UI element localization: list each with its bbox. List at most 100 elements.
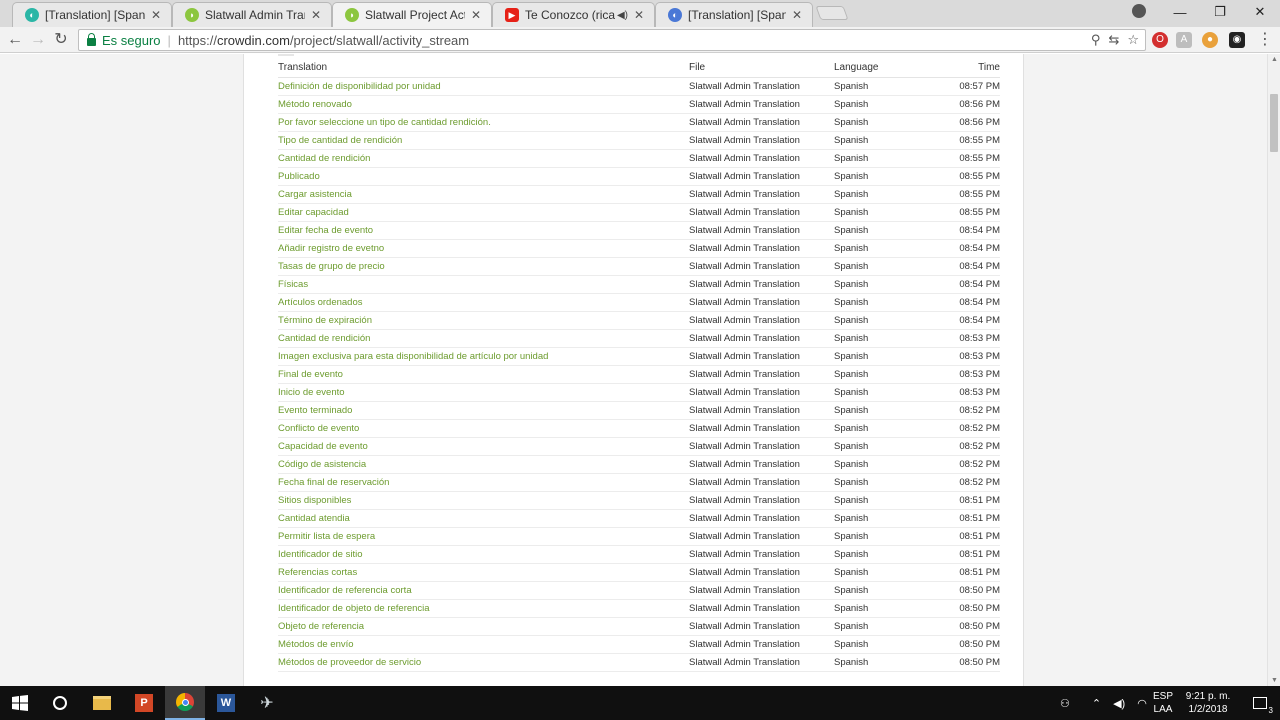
translation-link[interactable]: Métodos de proveedor de servicio [278,653,689,672]
back-icon[interactable]: ← [5,30,25,50]
translation-link[interactable]: Añadir registro de evetno [278,239,689,258]
translation-link[interactable]: Final de evento [278,365,689,384]
app-shortcut-icon[interactable]: ✈ [247,686,287,720]
file-cell: Slatwall Admin Translation [689,95,834,114]
opera-extension-icon[interactable]: O [1152,32,1168,48]
translation-link[interactable]: Tipo de cantidad de rendición [278,131,689,150]
zoom-icon[interactable]: ⚲ [1091,32,1101,48]
translation-link[interactable]: Cantidad de rendición [278,329,689,348]
translation-link[interactable]: Editar fecha de evento [278,221,689,240]
close-tab-icon[interactable]: ✕ [632,8,646,22]
language-cell: Spanish [834,113,934,132]
translation-link[interactable]: Permitir lista de espera [278,527,689,546]
incognito-extension-icon[interactable]: ◉ [1229,32,1245,48]
table-row: Cantidad de rendición Slatwall Admin Tran… [278,149,1000,168]
close-window-button[interactable]: ✕ [1240,4,1280,20]
translation-link[interactable]: Cantidad atendia [278,509,689,528]
color-extension-icon[interactable]: ● [1202,32,1218,48]
notification-center-icon[interactable]: 3 [1240,686,1280,720]
close-tab-icon[interactable]: ✕ [469,8,483,22]
language-cell: Spanish [834,257,934,276]
translation-link[interactable]: Referencias cortas [278,563,689,582]
translation-link[interactable]: Editar capacidad [278,203,689,222]
browser-tab-active[interactable]: ◗ Slatwall Project Activity S ✕ [332,2,492,27]
table-row: Imagen exclusiva para esta disponibilida… [278,347,1000,366]
page-scrollbar[interactable]: ▲ ▼ [1267,54,1280,686]
close-tab-icon[interactable]: ✕ [309,8,323,22]
browser-tab[interactable]: ◐ [Translation] [Spanish] Sl ✕ [655,2,813,27]
chrome-icon[interactable] [165,686,205,720]
windows-start-icon[interactable] [0,686,40,720]
powerpoint-icon[interactable]: P [124,686,164,720]
page-viewport: Translation File Language Time Definició… [0,54,1267,686]
translate-icon[interactable]: ⇆ [1108,32,1119,48]
time-cell: 08:50 PM [934,581,1000,600]
header-translation: Translation [278,54,689,78]
volume-icon[interactable]: ◀) [1113,697,1125,710]
scrollbar-thumb[interactable] [1270,94,1278,152]
browser-tab[interactable]: ◐ [Translation] [Spanish] O ✕ [12,2,172,27]
word-icon[interactable]: W [206,686,246,720]
translation-link[interactable]: Tasas de grupo de precio [278,257,689,276]
people-icon[interactable]: ⚇ [1060,697,1070,710]
language-cell: Spanish [834,167,934,186]
translation-link[interactable]: Objeto de referencia [278,617,689,636]
file-explorer-icon[interactable] [82,686,122,720]
translation-link[interactable]: Conflicto de evento [278,419,689,438]
translation-link[interactable]: Sitios disponibles [278,491,689,510]
translation-link[interactable]: Identificador de sitio [278,545,689,564]
search-circle-icon[interactable] [40,686,80,720]
translation-link[interactable]: Término de expiración [278,311,689,330]
taskbar-clock[interactable]: 9:21 p. m. 1/2/2018 [1180,690,1236,716]
audio-playing-icon[interactable]: ◀) [617,10,628,21]
browser-tab[interactable]: ▶ Te Conozco (ricardo a ◀) ✕ [492,2,655,27]
translation-link[interactable]: Imagen exclusiva para esta disponibilida… [278,347,689,366]
file-cell: Slatwall Admin Translation [689,401,834,420]
reload-icon[interactable]: ↻ [51,30,71,50]
translation-link[interactable]: Por favor seleccione un tipo de cantidad… [278,113,689,132]
translation-link[interactable]: Evento terminado [278,401,689,420]
new-tab-button[interactable] [815,6,849,20]
translation-link[interactable]: Método renovado [278,95,689,114]
close-tab-icon[interactable]: ✕ [149,8,163,22]
wifi-icon[interactable]: ◠ [1137,697,1147,710]
profile-icon[interactable] [1132,4,1146,18]
translation-link[interactable]: Publicado [278,167,689,186]
translation-link[interactable]: Cargar asistencia [278,185,689,204]
browser-tab[interactable]: ◗ Slatwall Admin Translatio ✕ [172,2,332,27]
browser-toolbar: ← → ↻ Es seguro | https://crowdin.com/pr… [0,27,1280,53]
url-scheme: https:// [177,32,217,48]
translation-link[interactable]: Métodos de envío [278,635,689,654]
translation-link[interactable]: Fecha final de reservación [278,473,689,492]
translation-link[interactable]: Código de asistencia [278,455,689,474]
translation-link[interactable]: Identificador de referencia corta [278,581,689,600]
translation-link[interactable]: Identificador de objeto de referencia [278,599,689,618]
translation-link[interactable]: Definición de disponibilidad por unidad [278,77,689,96]
time-cell: 08:55 PM [934,203,1000,222]
table-row: Término de expiración Slatwall Admin Tran… [278,311,1000,330]
scroll-up-arrow-icon[interactable]: ▲ [1271,56,1278,63]
table-row: Objeto de referencia Slatwall Admin Trans… [278,617,1000,636]
table-row: Publicado Slatwall Admin Translation Spani… [278,167,1000,186]
input-language[interactable]: ESP LAA [1150,690,1176,716]
minimize-button[interactable]: — [1160,5,1200,20]
language-cell: Spanish [834,185,934,204]
close-tab-icon[interactable]: ✕ [790,8,804,22]
translation-link[interactable]: Cantidad de rendición [278,149,689,168]
maximize-button[interactable]: ❐ [1200,4,1240,20]
scroll-down-arrow-icon[interactable]: ▼ [1271,677,1278,684]
forward-icon[interactable]: → [28,30,48,50]
time-cell: 08:55 PM [934,167,1000,186]
chevron-up-icon[interactable]: ⌃ [1092,697,1101,710]
language-code: ESP [1152,691,1173,702]
header-time: Time [934,54,1000,78]
address-bar[interactable]: Es seguro | https://crowdin.com/project/… [78,29,1146,51]
translation-link[interactable]: Inicio de evento [278,383,689,402]
bookmark-star-icon[interactable]: ☆ [1127,32,1139,48]
pdf-extension-icon[interactable]: A [1176,32,1192,48]
translation-link[interactable]: Artículos ordenados [278,293,689,312]
clock-date: 1/2/2018 [1188,704,1228,715]
menu-icon[interactable]: ⋮ [1255,30,1275,50]
translation-link[interactable]: Físicas [278,275,689,294]
translation-link[interactable]: Capacidad de evento [278,437,689,456]
